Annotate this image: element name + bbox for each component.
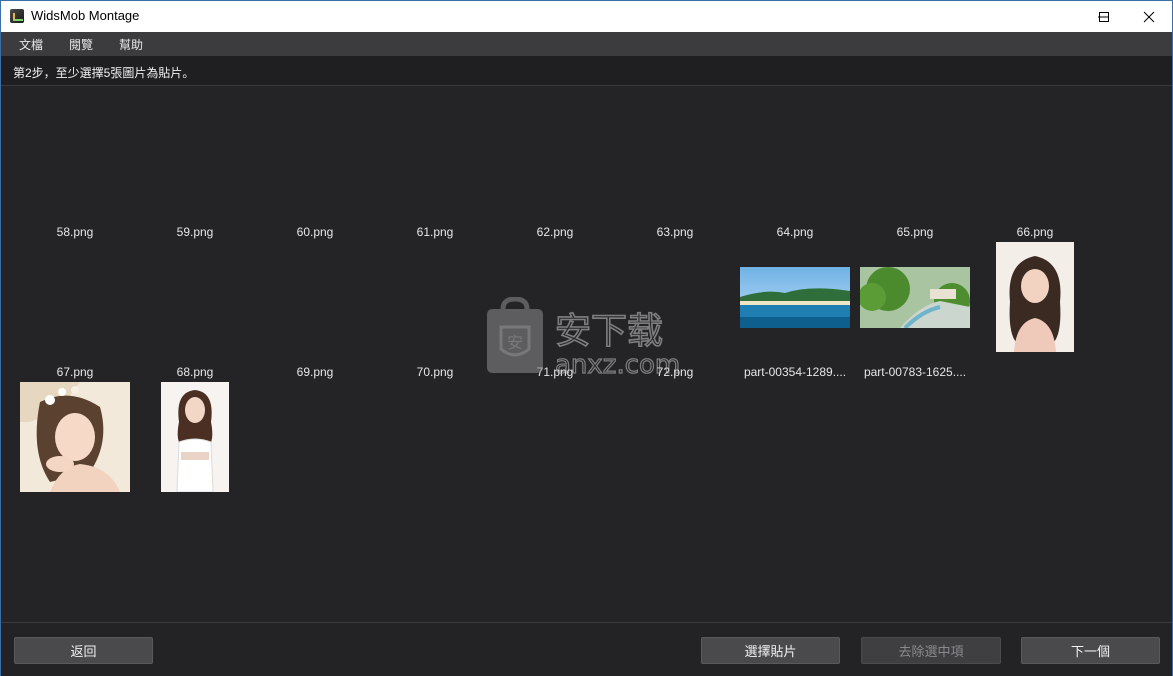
footer-bar: 返回 選擇貼片 去除選中項 下一個 bbox=[1, 622, 1172, 676]
image-tile[interactable]: 69.png bbox=[255, 227, 375, 379]
app-logo-icon bbox=[10, 9, 24, 23]
image-tile-label: part-00783-1625.... bbox=[863, 365, 967, 379]
image-tile-label: 67.png bbox=[56, 365, 94, 379]
close-icon bbox=[1143, 11, 1155, 22]
window-title: WidsMob Montage bbox=[31, 8, 140, 23]
step-instruction-text: 第2步，至少選擇5張圖片為貼片。 bbox=[13, 66, 195, 80]
back-button[interactable]: 返回 bbox=[14, 637, 153, 664]
image-tile-label: 70.png bbox=[416, 365, 454, 379]
image-tile-label: 66.png bbox=[1016, 225, 1054, 239]
image-thumbnail bbox=[161, 382, 229, 493]
app-window: WidsMob Montage 文檔 閱覽 幫助 第2步，至少選擇5張圖片為貼片… bbox=[0, 0, 1173, 676]
image-tile[interactable]: 58.png bbox=[15, 87, 135, 239]
remove-selected-button[interactable]: 去除選中項 bbox=[861, 637, 1001, 664]
svg-text:安: 安 bbox=[507, 333, 523, 352]
watermark-bag-icon: 安 bbox=[487, 297, 543, 373]
image-thumbnail bbox=[996, 242, 1074, 352]
image-tile-label: part-00354-1289.... bbox=[743, 365, 847, 379]
image-tile[interactable]: 68.png bbox=[135, 227, 255, 493]
image-tile-label: 69.png bbox=[296, 365, 334, 379]
watermark-logo: 安 安下载 anxz.com bbox=[487, 297, 681, 377]
watermark-sub-text: anxz.com bbox=[555, 350, 680, 377]
image-tile[interactable]: 70.png bbox=[375, 227, 495, 379]
title-bar: WidsMob Montage bbox=[1, 1, 1172, 32]
maximize-button[interactable] bbox=[1081, 1, 1127, 32]
image-tile[interactable]: part-00354-1289.... bbox=[735, 227, 855, 379]
menu-help[interactable]: 幫助 bbox=[119, 36, 143, 53]
select-tiles-button[interactable]: 選擇貼片 bbox=[701, 637, 840, 664]
image-tile[interactable]: 67.png bbox=[15, 227, 135, 492]
menu-file[interactable]: 文檔 bbox=[19, 36, 43, 53]
image-tile[interactable]: part-00783-1625.... bbox=[855, 227, 975, 379]
maximize-icon bbox=[1099, 11, 1109, 22]
image-tile[interactable]: 63.png bbox=[615, 87, 735, 239]
next-button[interactable]: 下一個 bbox=[1021, 637, 1160, 664]
image-thumbnail bbox=[20, 382, 130, 492]
image-tile[interactable]: 62.png bbox=[495, 87, 615, 239]
image-tile[interactable]: 61.png bbox=[375, 87, 495, 239]
image-tile[interactable]: 60.png bbox=[255, 87, 375, 239]
step-instruction-bar: 第2步，至少選擇5張圖片為貼片。 bbox=[1, 56, 1172, 86]
image-tile-label: 68.png bbox=[176, 365, 214, 379]
image-tile[interactable]: 59.png bbox=[135, 87, 255, 239]
image-tile[interactable]: 66.png bbox=[975, 87, 1095, 352]
close-button[interactable] bbox=[1126, 1, 1172, 32]
menu-view[interactable]: 閱覽 bbox=[69, 36, 93, 53]
menu-bar: 文檔 閱覽 幫助 bbox=[1, 32, 1172, 56]
image-tile[interactable]: 64.png bbox=[735, 87, 855, 328]
image-tile[interactable]: 65.png bbox=[855, 87, 975, 330]
watermark-main-text: 安下载 bbox=[555, 311, 663, 352]
